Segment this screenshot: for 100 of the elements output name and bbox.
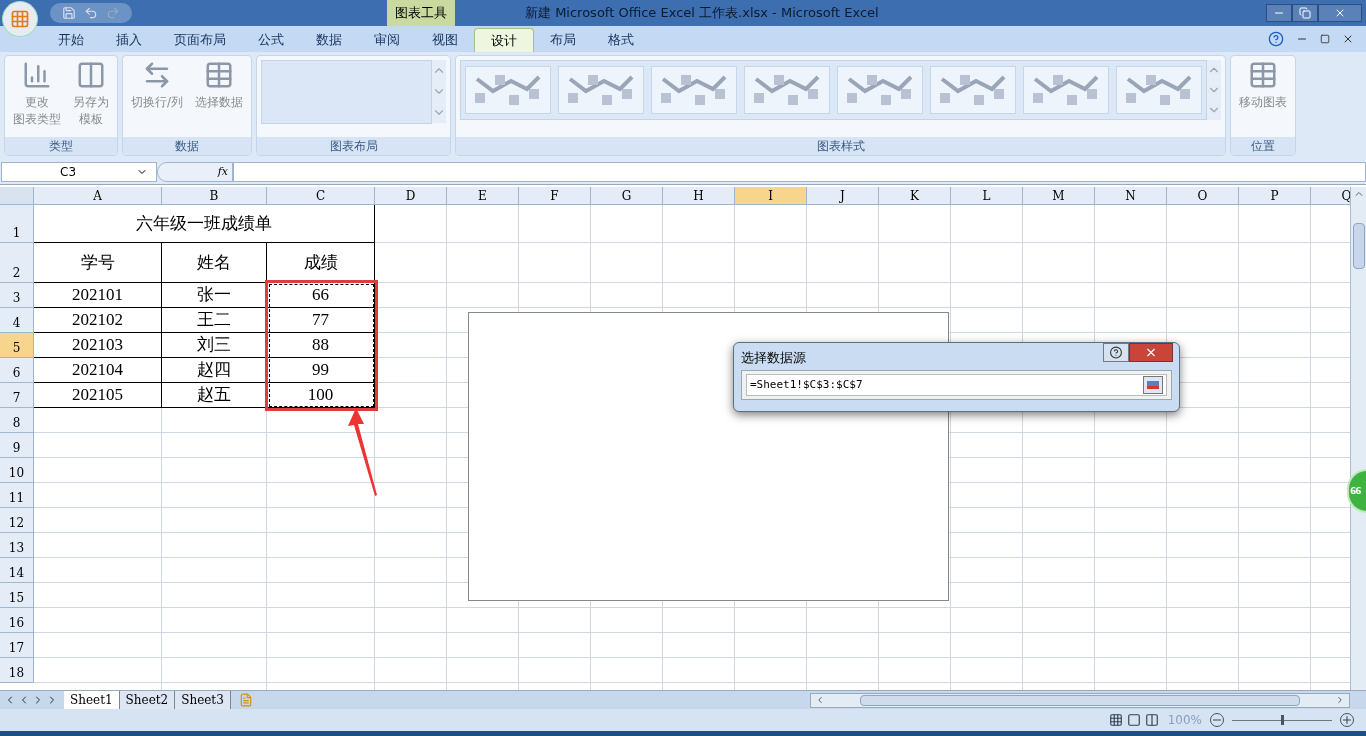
table-cell: 六年级一班成绩单 xyxy=(34,205,375,243)
new-sheet-icon[interactable] xyxy=(238,693,253,707)
row-header[interactable]: 5 xyxy=(0,333,34,358)
row-header[interactable]: 7 xyxy=(0,383,34,408)
ribbon-tab[interactable]: 数据 xyxy=(300,28,358,52)
page-break-icon[interactable] xyxy=(1143,713,1160,727)
name-box[interactable]: C3 xyxy=(1,162,157,182)
row-header[interactable]: 1 xyxy=(0,205,34,243)
normal-view-icon[interactable] xyxy=(1107,713,1124,727)
sheet-tab[interactable]: Sheet3 xyxy=(175,690,231,710)
column-header[interactable]: A xyxy=(34,187,162,205)
sheet-tab[interactable]: Sheet2 xyxy=(119,690,176,710)
row-header[interactable]: 12 xyxy=(0,508,34,533)
column-header[interactable]: B xyxy=(162,187,267,205)
column-header[interactable]: Q xyxy=(1311,187,1350,205)
table-cell: 202105 xyxy=(34,383,162,408)
more-icon[interactable] xyxy=(432,102,447,123)
row-header[interactable]: 11 xyxy=(0,483,34,508)
row-header[interactable]: 14 xyxy=(0,558,34,583)
ribbon-tab[interactable]: 视图 xyxy=(416,28,474,52)
row-header[interactable]: 17 xyxy=(0,633,34,658)
office-button[interactable] xyxy=(2,1,38,37)
close-icon[interactable] xyxy=(1129,343,1173,362)
row-header[interactable]: 4 xyxy=(0,308,34,333)
ribbon-tab[interactable]: 页面布局 xyxy=(158,28,242,52)
chart-style-thumbnail[interactable] xyxy=(465,66,552,114)
column-header[interactable]: J xyxy=(807,187,879,205)
scrollbar-thumb[interactable] xyxy=(1352,223,1365,269)
column-header[interactable]: I xyxy=(735,187,807,205)
row-header[interactable]: 9 xyxy=(0,433,34,458)
chart-style-thumbnail[interactable] xyxy=(1116,66,1203,114)
ribbon-tab[interactable]: 开始 xyxy=(42,28,100,52)
row-header[interactable]: 15 xyxy=(0,583,34,608)
more-icon[interactable] xyxy=(1207,100,1222,120)
row-header[interactable]: 13 xyxy=(0,533,34,558)
ribbon-tab[interactable]: 插入 xyxy=(100,28,158,52)
row-header[interactable]: 2 xyxy=(0,243,34,283)
select-all-corner[interactable] xyxy=(0,187,34,205)
zoom-in-icon[interactable] xyxy=(1340,713,1354,727)
row-header[interactable]: 8 xyxy=(0,408,34,433)
column-header[interactable]: O xyxy=(1167,187,1239,205)
ribbon-tab[interactable]: 公式 xyxy=(242,28,300,52)
zoom-slider[interactable] xyxy=(1232,715,1332,725)
chart-style-thumbnail[interactable] xyxy=(837,66,924,114)
table-cell: 202101 xyxy=(34,283,162,308)
row-header[interactable]: 18 xyxy=(0,658,34,683)
ribbon-tab[interactable]: 布局 xyxy=(534,28,592,52)
close-icon[interactable] xyxy=(1342,33,1354,45)
minimize-icon[interactable] xyxy=(1266,4,1292,22)
save-icon[interactable] xyxy=(62,6,76,20)
vertical-scrollbar[interactable] xyxy=(1350,187,1366,690)
column-header[interactable]: D xyxy=(375,187,447,205)
column-header[interactable]: G xyxy=(591,187,663,205)
office-logo-icon xyxy=(10,9,30,29)
sheet-tab[interactable]: Sheet1 xyxy=(64,690,120,710)
row-header[interactable]: 10 xyxy=(0,458,34,483)
scroll-right-icon[interactable] xyxy=(1335,695,1345,705)
row-header[interactable]: 3 xyxy=(0,283,34,308)
ribbon-tab[interactable]: 审阅 xyxy=(358,28,416,52)
row-header[interactable]: 16 xyxy=(0,608,34,633)
page-layout-icon[interactable] xyxy=(1125,713,1142,727)
formula-field[interactable] xyxy=(233,162,1366,182)
ribbon-tab[interactable]: 格式 xyxy=(592,28,650,52)
horizontal-scrollbar-thumb[interactable] xyxy=(860,694,1300,706)
column-header[interactable]: M xyxy=(1023,187,1095,205)
table-cell: 赵五 xyxy=(162,383,267,408)
zoom-slider-thumb[interactable] xyxy=(1281,715,1284,725)
column-header[interactable]: C xyxy=(267,187,375,205)
scroll-up-icon[interactable] xyxy=(432,60,447,81)
restore-icon[interactable] xyxy=(1320,34,1330,44)
chart-layout-gallery[interactable] xyxy=(261,60,433,124)
row-header[interactable]: 6 xyxy=(0,358,34,383)
undo-icon[interactable] xyxy=(84,6,98,20)
chart-style-thumbnail[interactable] xyxy=(930,66,1017,114)
scroll-up-icon[interactable] xyxy=(1207,60,1222,80)
expand-dialog-icon[interactable] xyxy=(1143,376,1163,394)
help-icon[interactable] xyxy=(1268,31,1284,47)
help-icon[interactable] xyxy=(1103,343,1129,362)
column-header[interactable]: H xyxy=(663,187,735,205)
range-input[interactable]: =Sheet1!$C$3:$C$7 xyxy=(746,374,1167,396)
restore-icon[interactable] xyxy=(1292,4,1318,22)
column-header[interactable]: E xyxy=(447,187,519,205)
ribbon-button[interactable]: 更改 图表类型 xyxy=(9,60,65,128)
group-label: 位置 xyxy=(1231,137,1296,155)
chart-style-thumbnail[interactable] xyxy=(651,66,738,114)
group-label: 图表样式 xyxy=(456,137,1226,155)
column-header[interactable]: L xyxy=(951,187,1023,205)
chart-style-thumbnail[interactable] xyxy=(558,66,645,114)
column-header[interactable]: K xyxy=(879,187,951,205)
function-icon[interactable]: fx xyxy=(217,163,228,181)
chart-style-thumbnail[interactable] xyxy=(1023,66,1110,114)
redo-icon[interactable] xyxy=(106,6,120,20)
table-cell: 66 xyxy=(267,283,375,308)
scroll-left-icon[interactable] xyxy=(815,695,825,705)
table-cell: 100 xyxy=(267,383,375,408)
chart-style-thumbnail[interactable] xyxy=(744,66,831,114)
column-header[interactable]: N xyxy=(1095,187,1167,205)
column-header[interactable]: F xyxy=(519,187,591,205)
ribbon-tab[interactable]: 设计 xyxy=(474,28,534,52)
column-header[interactable]: P xyxy=(1239,187,1311,205)
